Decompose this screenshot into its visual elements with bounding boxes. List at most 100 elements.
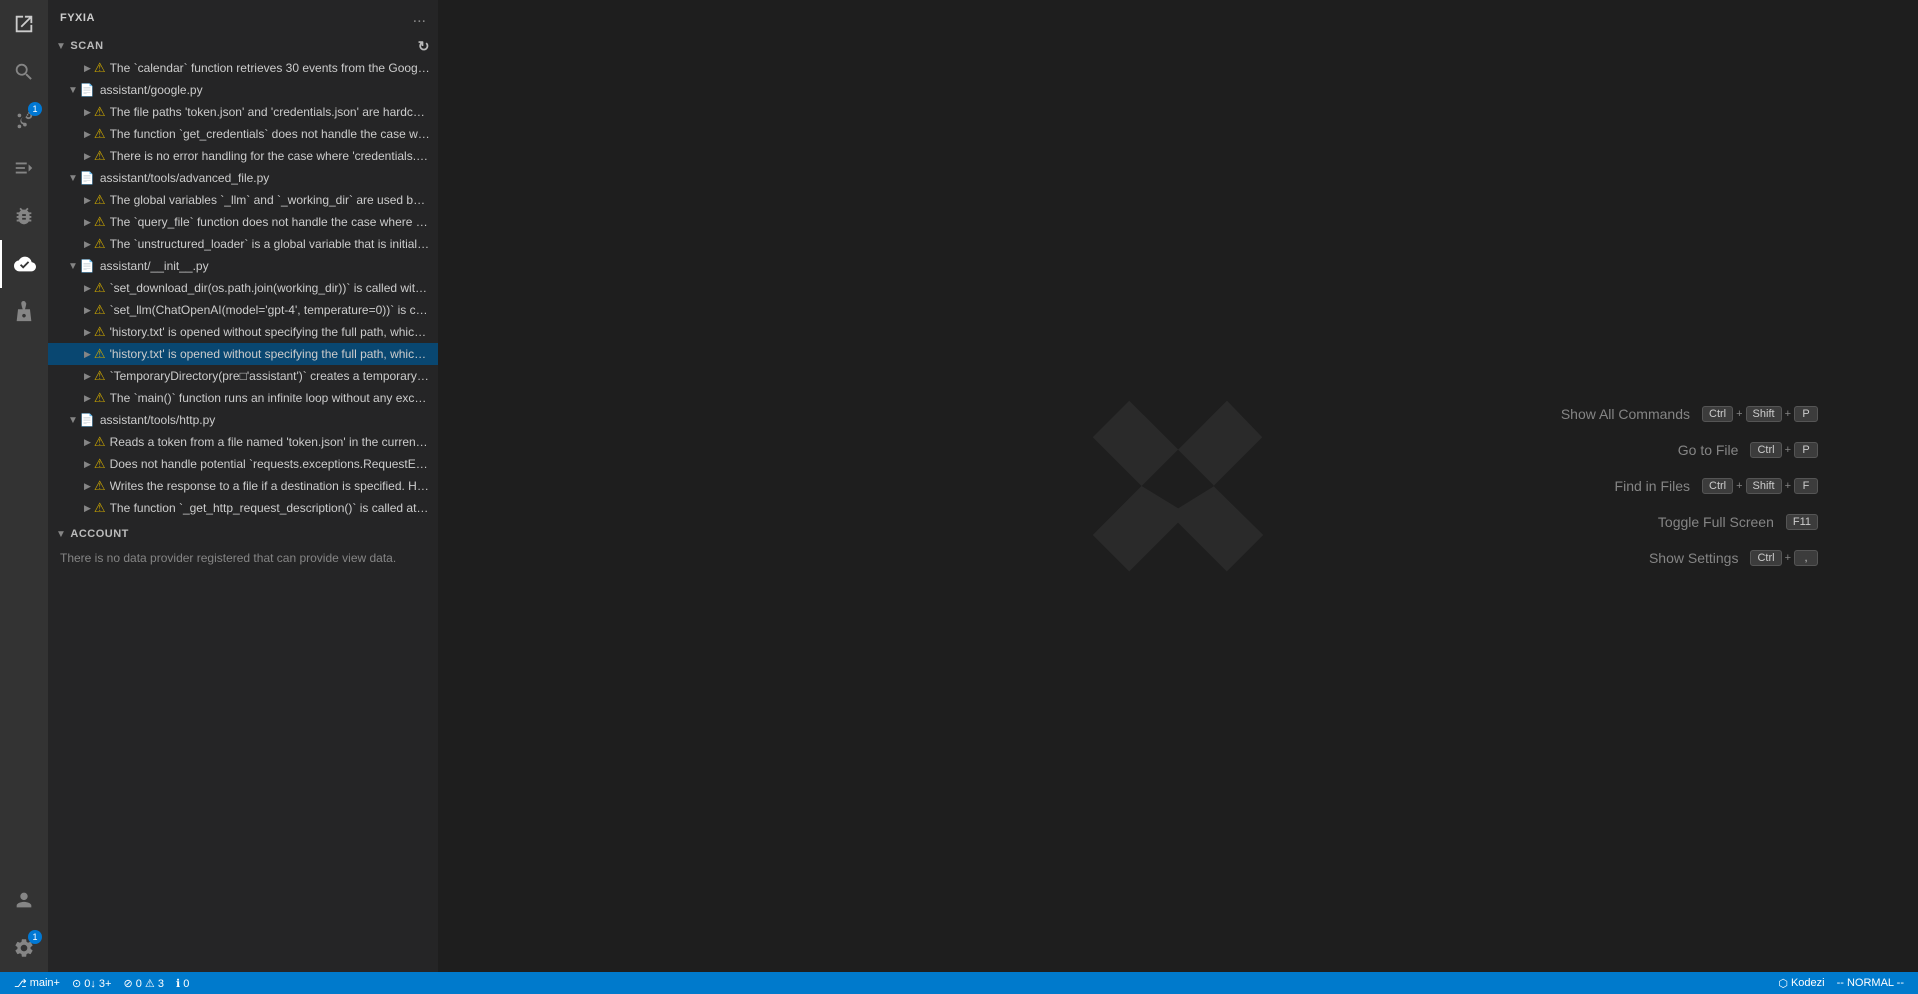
status-bar: ⎇ main+ ⊙ 0↓ 3+ ⊘ 0 ⚠ 3 ℹ 0 ⬡ Kodezi -- … <box>0 972 1918 994</box>
advanced-file-icon: 📄 <box>80 171 95 185</box>
issue-google-0-warning-icon: ⚠ <box>94 104 106 120</box>
kodezi-icon: ⬡ <box>1778 977 1788 990</box>
issue-init-4[interactable]: ▶ ⚠ `TemporaryDirectory(pre□'assistant')… <box>48 365 438 387</box>
issue-init-1-chevron-icon: ▶ <box>84 305 91 316</box>
scan-section-header[interactable]: ▼ SCAN ↻ <box>48 35 438 57</box>
issue-http-2-text: Writes the response to a file if a desti… <box>110 479 430 493</box>
activity-bar-item-accounts[interactable] <box>0 876 48 924</box>
issue-init-0-text: `set_download_dir(os.path.join(working_d… <box>110 281 430 295</box>
activity-bar-item-search[interactable] <box>0 48 48 96</box>
activity-bar-item-settings[interactable]: 1 <box>0 924 48 972</box>
key-p-2: P <box>1794 442 1818 458</box>
http-chevron-icon: ▼ <box>68 415 78 426</box>
issue-advanced-2-warning-icon: ⚠ <box>94 236 106 252</box>
issue-advanced-2[interactable]: ▶ ⚠ The `unstructured_loader` is a globa… <box>48 233 438 255</box>
shortcut-toggle-full-screen-keys: F11 <box>1786 514 1818 530</box>
issue-google-1[interactable]: ▶ ⚠ The function `get_credentials` does … <box>48 123 438 145</box>
status-errors[interactable]: ⊘ 0 ⚠ 3 <box>117 972 169 994</box>
app-title: FYXIA <box>60 12 95 24</box>
sidebar: FYXIA ... ▼ SCAN ↻ ▶ ⚠ The `calendar` fu… <box>48 0 438 972</box>
shortcut-show-all-commands-label: Show All Commands <box>1561 406 1690 422</box>
issue-http-0[interactable]: ▶ ⚠ Reads a token from a file named 'tok… <box>48 431 438 453</box>
issue-advanced-1[interactable]: ▶ ⚠ The `query_file` function does not h… <box>48 211 438 233</box>
activity-bar-item-scan[interactable] <box>0 240 48 288</box>
status-right: ⬡ Kodezi -- NORMAL -- <box>1772 972 1910 994</box>
issue-init-2[interactable]: ▶ ⚠ 'history.txt' is opened without spec… <box>48 321 438 343</box>
issue-advanced-0[interactable]: ▶ ⚠ The global variables `_llm` and `_wo… <box>48 189 438 211</box>
key-p-1: P <box>1794 406 1818 422</box>
issue-google-2[interactable]: ▶ ⚠ There is no error handling for the c… <box>48 145 438 167</box>
issue-google-2-chevron-icon: ▶ <box>84 151 91 162</box>
issue-advanced-0-chevron-icon: ▶ <box>84 195 91 206</box>
issue-init-2-text: 'history.txt' is opened without specifyi… <box>110 325 430 339</box>
file-header-google[interactable]: ▼ 📄 assistant/google.py <box>48 79 438 101</box>
status-info[interactable]: ℹ 0 <box>170 972 195 994</box>
shortcut-find-in-files-label: Find in Files <box>1615 478 1690 494</box>
file-header-advanced-file[interactable]: ▼ 📄 assistant/tools/advanced_file.py <box>48 167 438 189</box>
issue-advanced-0-warning-icon: ⚠ <box>94 192 106 208</box>
issue-init-0-chevron-icon: ▶ <box>84 283 91 294</box>
issue-init-3[interactable]: ▶ ⚠ 'history.txt' is opened without spec… <box>48 343 438 365</box>
issue-init-4-warning-icon: ⚠ <box>94 368 106 384</box>
google-py-chevron-icon: ▼ <box>68 85 78 96</box>
issue-google-1-warning-icon: ⚠ <box>94 126 106 142</box>
status-branch-text: main+ <box>30 977 60 989</box>
issue-http-3[interactable]: ▶ ⚠ The function `_get_http_request_desc… <box>48 497 438 519</box>
issue-advanced-2-text: The `unstructured_loader` is a global va… <box>110 237 430 251</box>
key-shift-1: Shift <box>1746 406 1782 422</box>
scan-refresh-icon[interactable]: ↻ <box>418 38 430 55</box>
branch-icon: ⎇ <box>14 977 27 990</box>
issue-init-5-chevron-icon: ▶ <box>84 393 91 404</box>
status-kodezi[interactable]: ⬡ Kodezi <box>1772 972 1830 994</box>
account-section-header[interactable]: ▼ ACCOUNT <box>48 523 438 545</box>
file-header-http[interactable]: ▼ 📄 assistant/tools/http.py <box>48 409 438 431</box>
activity-bar-item-source-control[interactable]: 1 <box>0 96 48 144</box>
shortcut-show-settings-keys: Ctrl + , <box>1750 550 1818 566</box>
activity-bar-item-testing[interactable] <box>0 288 48 336</box>
key-ctrl-2: Ctrl <box>1750 442 1781 458</box>
truncated-item[interactable]: ▶ ⚠ The `calendar` function retrieves 30… <box>48 57 438 79</box>
issue-init-2-chevron-icon: ▶ <box>84 327 91 338</box>
shortcut-find-in-files-keys: Ctrl + Shift + F <box>1702 478 1818 494</box>
activity-bar: 1 1 <box>0 0 48 972</box>
issue-http-3-text: The function `_get_http_request_descript… <box>110 501 430 515</box>
issue-http-3-warning-icon: ⚠ <box>94 500 106 516</box>
issue-init-0[interactable]: ▶ ⚠ `set_download_dir(os.path.join(worki… <box>48 277 438 299</box>
status-sync[interactable]: ⊙ 0↓ 3+ <box>66 972 118 994</box>
key-plus-5: + <box>1785 480 1791 492</box>
shortcut-toggle-full-screen-label: Toggle Full Screen <box>1658 514 1774 530</box>
activity-bar-item-run[interactable] <box>0 144 48 192</box>
issue-google-0[interactable]: ▶ ⚠ The file paths 'token.json' and 'cre… <box>48 101 438 123</box>
issue-init-3-warning-icon: ⚠ <box>94 346 106 362</box>
truncated-chevron-icon: ▶ <box>84 63 91 74</box>
activity-bar-item-explorer[interactable] <box>0 0 48 48</box>
issue-init-3-chevron-icon: ▶ <box>84 349 91 360</box>
key-plus-2: + <box>1785 408 1791 420</box>
issue-google-1-text: The function `get_credentials` does not … <box>110 127 430 141</box>
activity-bar-item-extensions[interactable] <box>0 192 48 240</box>
file-group-google: ▼ 📄 assistant/google.py ▶ ⚠ The file pat… <box>48 79 438 167</box>
issue-init-1-warning-icon: ⚠ <box>94 302 106 318</box>
status-branch[interactable]: ⎇ main+ <box>8 972 66 994</box>
issue-init-2-warning-icon: ⚠ <box>94 324 106 340</box>
issue-http-1[interactable]: ▶ ⚠ Does not handle potential `requests.… <box>48 453 438 475</box>
issue-init-5[interactable]: ▶ ⚠ The `main()` function runs an infini… <box>48 387 438 409</box>
http-file-name: assistant/tools/http.py <box>100 413 215 427</box>
issue-init-1[interactable]: ▶ ⚠ `set_llm(ChatOpenAI(model='gpt-4', t… <box>48 299 438 321</box>
no-data-text: There is no data provider registered tha… <box>60 547 396 569</box>
file-header-init[interactable]: ▼ 📄 assistant/__init__.py <box>48 255 438 277</box>
issue-advanced-0-text: The global variables `_llm` and `_workin… <box>110 193 430 207</box>
issue-google-0-text: The file paths 'token.json' and 'credent… <box>110 105 430 119</box>
issue-init-5-warning-icon: ⚠ <box>94 390 106 406</box>
issue-google-1-chevron-icon: ▶ <box>84 129 91 140</box>
issue-advanced-1-warning-icon: ⚠ <box>94 214 106 230</box>
issue-http-2[interactable]: ▶ ⚠ Writes the response to a file if a d… <box>48 475 438 497</box>
issue-init-4-chevron-icon: ▶ <box>84 371 91 382</box>
scan-label: SCAN <box>70 40 103 52</box>
more-options-icon[interactable]: ... <box>413 9 426 27</box>
init-chevron-icon: ▼ <box>68 261 78 272</box>
issue-http-1-text: Does not handle potential `requests.exce… <box>110 457 430 471</box>
welcome-shortcuts: Show All Commands Ctrl + Shift + P Go to… <box>1561 406 1818 566</box>
issue-advanced-2-chevron-icon: ▶ <box>84 239 91 250</box>
issue-advanced-1-chevron-icon: ▶ <box>84 217 91 228</box>
